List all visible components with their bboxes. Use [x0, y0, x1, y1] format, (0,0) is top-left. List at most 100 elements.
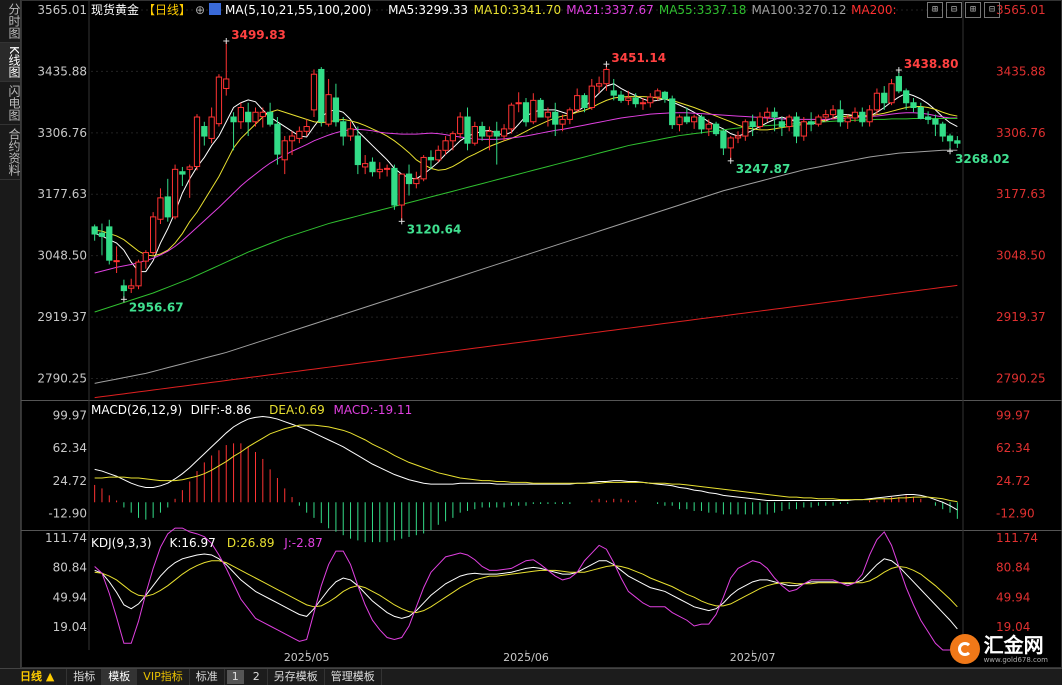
y-tick-label-left: 2790.25 — [37, 371, 87, 385]
sidebar-tab-contract-info[interactable]: 合约资料 — [0, 125, 21, 180]
candle-up — [420, 156, 427, 180]
toolbar-template[interactable]: 模板 — [102, 669, 138, 685]
candle-up — [844, 117, 851, 123]
candle-up — [142, 252, 149, 262]
candle-down — [917, 107, 924, 119]
macd-y-tick-right: 62.34 — [996, 441, 1030, 455]
layout-grid-icon[interactable]: ⊞ — [927, 2, 943, 18]
candle-down — [245, 111, 252, 123]
macd-legend-diff: DIFF:-8.86 — [191, 403, 252, 417]
candle-down — [859, 111, 866, 123]
layout-tile-icon[interactable]: ⊞ — [965, 2, 981, 18]
ma-line-ma21 — [94, 112, 958, 274]
chart-area[interactable]: 3565.01 3565.01 3435.88 3435.88 3306.76 3306.… — [21, 0, 1062, 668]
candle-up — [742, 121, 749, 137]
y-tick-label-right: 2790.25 — [996, 371, 1046, 385]
toolbar-indicator[interactable]: 指标 — [67, 669, 103, 685]
candle-down — [712, 123, 720, 135]
kdj-y-tick-left: 80.84 — [53, 561, 87, 575]
candle-down — [98, 232, 106, 237]
candle-down — [661, 91, 669, 100]
layout-stack-icon[interactable]: ⊟ — [984, 2, 1000, 18]
candle-up — [515, 102, 522, 105]
candle-up — [800, 121, 807, 137]
settings-icon[interactable]: ⊕ — [195, 3, 205, 17]
toolbar-save-template[interactable]: 另存模板 — [266, 669, 325, 685]
kdj-legend-params: KDJ(9,3,3) — [91, 536, 152, 550]
kdj-y-tick-right: 111.74 — [996, 531, 1038, 545]
annotation-low-label: 3120.64 — [407, 222, 462, 236]
candle-up — [508, 104, 515, 130]
candle-up — [471, 126, 478, 144]
x-tick-label: 2025/06 — [503, 651, 549, 664]
candle-down — [895, 76, 902, 92]
bottom-toolbar: 日线 ▲ 指标 模板 VIP指标 标准 1 2 另存模板 管理模板 — [0, 668, 1062, 685]
candle-up — [288, 135, 296, 142]
logo-url: www.gold678.com — [983, 656, 1048, 664]
candle-up — [574, 95, 581, 111]
sidebar-tab-timeshare[interactable]: 分时图 — [0, 0, 21, 43]
toolbar-manage-template[interactable]: 管理模板 — [325, 669, 382, 685]
candle-up — [691, 116, 698, 123]
candle-up — [873, 92, 881, 111]
candle-up — [559, 118, 566, 125]
candle-down — [522, 102, 530, 123]
macd-y-tick-right: -12.90 — [996, 506, 1035, 520]
kdj-legend-j: J:-2.87 — [283, 536, 323, 550]
sidebar: 分时图 K线图 闪电图 合约资料 — [0, 0, 21, 668]
kdj-line-j — [94, 527, 958, 651]
legend-ma55: MA55:3337.18 — [659, 3, 747, 17]
candle-up — [764, 111, 771, 118]
toolbar-standard[interactable]: 标准 — [190, 669, 225, 685]
y-tick-label-right: 3565.01 — [996, 3, 1046, 17]
candle-up — [595, 83, 603, 87]
candle-up — [442, 140, 449, 151]
candle-down — [946, 135, 954, 142]
macd-legend-dea: DEA:0.69 — [269, 403, 325, 417]
candle-up — [347, 128, 354, 137]
y-tick-label-left: 3306.76 — [37, 126, 87, 140]
toolbar-page-1[interactable]: 1 — [226, 670, 244, 684]
macd-legend-macd: MACD:-19.11 — [334, 403, 413, 417]
candle-down — [581, 95, 588, 109]
candle-up — [866, 109, 873, 123]
candle-down — [910, 102, 917, 109]
toolbar-page-2[interactable]: 2 — [248, 670, 265, 684]
y-tick-label-left: 3435.88 — [37, 64, 87, 78]
kdj-y-tick-left: 49.94 — [53, 590, 87, 604]
candle-up — [215, 76, 223, 125]
candle-up — [756, 116, 764, 128]
candle-down — [266, 111, 274, 125]
macd-line-dea — [94, 424, 958, 503]
candle-up — [193, 116, 201, 167]
sidebar-tab-kline[interactable]: K线图 — [0, 43, 21, 82]
candle-up — [822, 114, 829, 118]
annotation-high-label: 3499.83 — [231, 28, 286, 42]
sidebar-tab-flash[interactable]: 闪电图 — [0, 82, 21, 125]
candle-down — [683, 116, 690, 123]
layout-split-icon[interactable]: ⊟ — [946, 2, 962, 18]
candle-up — [157, 197, 164, 220]
y-tick-label-left: 2919.37 — [37, 310, 87, 324]
y-tick-label-left: 3177.63 — [37, 187, 87, 201]
candle-down — [924, 116, 932, 120]
candle-up — [435, 149, 442, 161]
candle-up — [413, 178, 420, 185]
period-selector[interactable]: 日线 ▲ — [0, 669, 68, 685]
candle-up — [171, 168, 179, 218]
kdj-y-tick-right: 80.84 — [996, 561, 1030, 575]
toolbar-vip-indicator[interactable]: VIP指标 — [137, 669, 190, 685]
candle-down — [340, 121, 347, 137]
candle-down — [120, 285, 128, 292]
candle-up — [362, 163, 369, 168]
macd-y-tick-left: 99.97 — [53, 409, 87, 423]
kdj-legend-k: K:16.97 — [170, 536, 216, 550]
legend-ma-params: MA(5,10,21,55,100,200) — [225, 3, 371, 17]
ma-line-ma100 — [94, 149, 958, 384]
candle-down — [274, 123, 281, 155]
candle-down — [318, 68, 325, 123]
candle-up — [500, 128, 508, 137]
candle-down — [552, 111, 559, 125]
candle-up — [376, 168, 383, 173]
candle-down — [106, 226, 113, 261]
